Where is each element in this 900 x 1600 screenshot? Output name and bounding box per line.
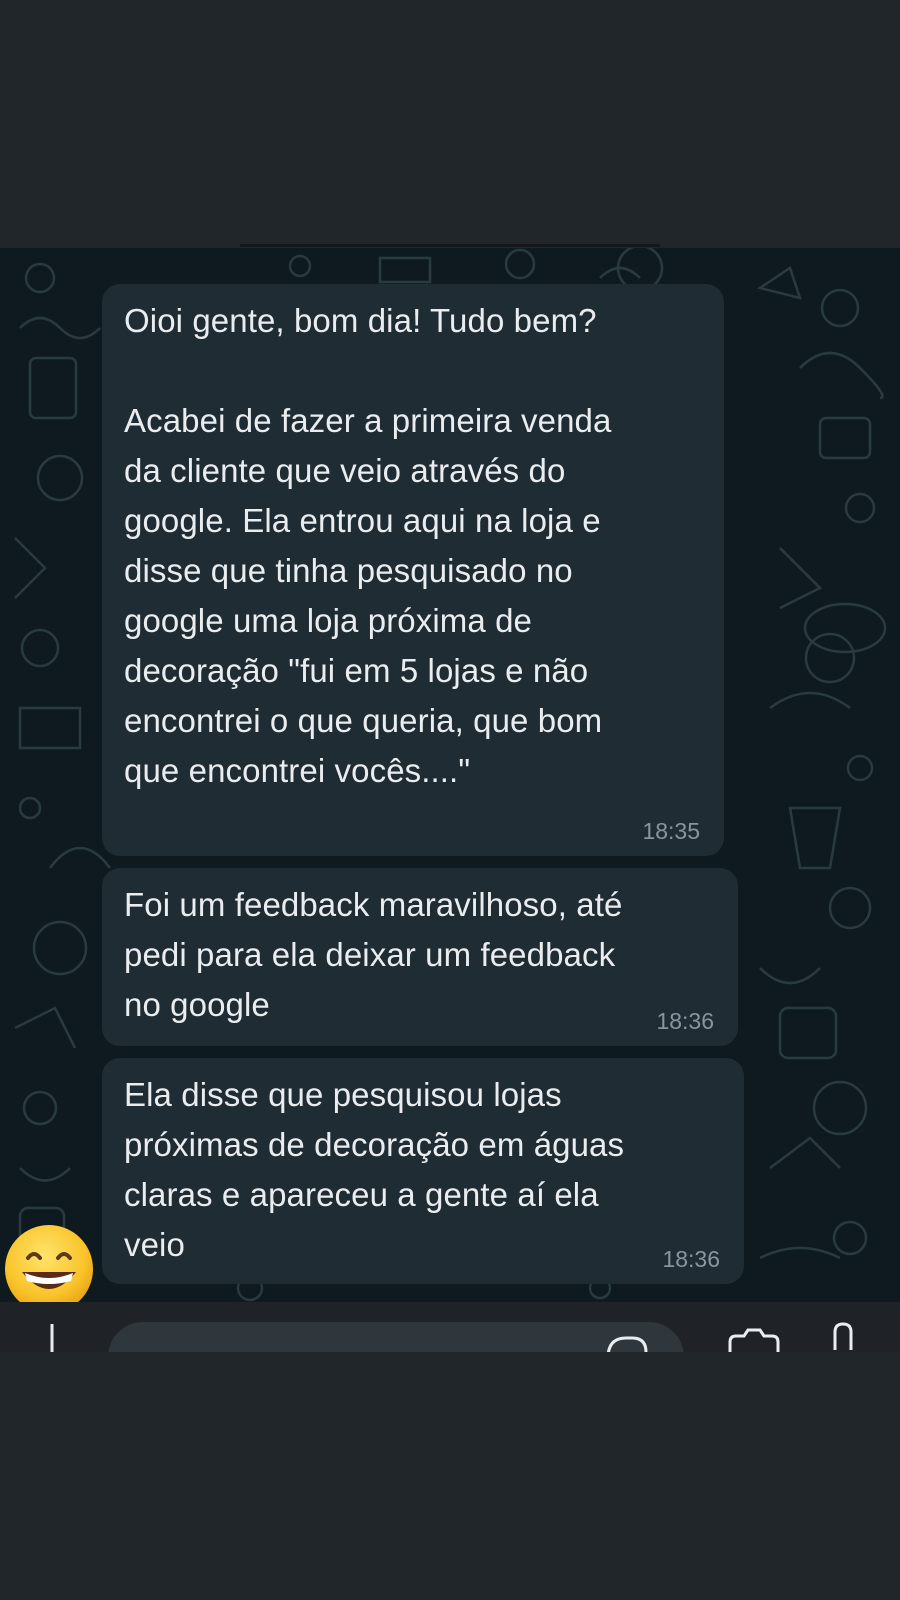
message-bubble-2[interactable]: Foi um feedback maravilhoso, até pedi pa… (102, 868, 738, 1046)
bottom-dark-area (0, 1352, 900, 1600)
message-text: Ela disse que pesquisou lojas próximas d… (124, 1076, 625, 1263)
message-text: Oioi gente, bom dia! Tudo bem? Acabei de… (124, 302, 612, 789)
message-time: 18:35 (642, 818, 700, 844)
message-text: Foi um feedback maravilhoso, até pedi pa… (124, 886, 623, 1023)
message-bubble-1[interactable]: Oioi gente, bom dia! Tudo bem? Acabei de… (102, 284, 724, 856)
message-input[interactable] (108, 1322, 684, 1352)
microphone-icon[interactable] (830, 1320, 856, 1350)
message-time: 18:36 (656, 1008, 714, 1034)
message-bubble-3[interactable]: Ela disse que pesquisou lojas próximas d… (102, 1058, 744, 1284)
message-time: 18:36 (662, 1246, 720, 1272)
message-input-bar (0, 1302, 900, 1352)
camera-icon[interactable] (726, 1328, 782, 1352)
sticker-icon[interactable] (604, 1332, 648, 1352)
header-edge (240, 244, 660, 247)
plus-icon[interactable] (40, 1322, 64, 1352)
top-dark-area (0, 0, 900, 248)
